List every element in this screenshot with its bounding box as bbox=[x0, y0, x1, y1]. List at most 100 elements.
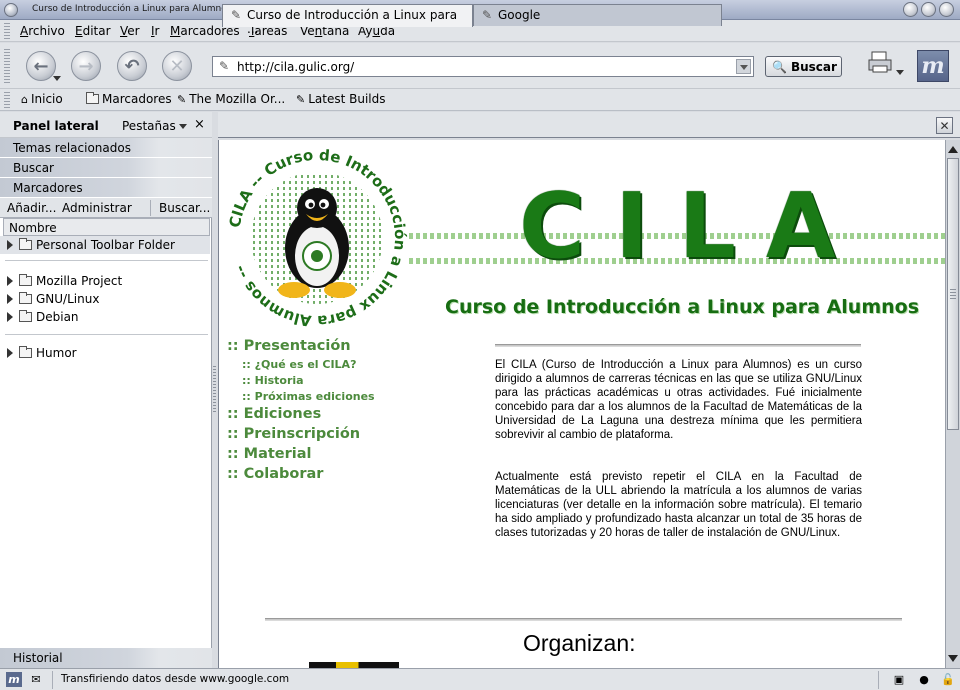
find-bookmark-button[interactable]: Buscar... bbox=[159, 201, 210, 215]
tree-item-humor[interactable]: Humor bbox=[0, 344, 77, 362]
window-menu-icon[interactable] bbox=[4, 3, 18, 17]
nav-toolbar-grip[interactable] bbox=[4, 49, 10, 83]
folder-icon bbox=[19, 346, 32, 358]
nav-link-preinscripcion[interactable]: :: Preinscripción bbox=[227, 426, 375, 442]
print-dropdown-icon[interactable] bbox=[896, 70, 904, 75]
status-divider bbox=[52, 671, 53, 689]
personal-toolbar-grip[interactable] bbox=[4, 92, 10, 108]
scroll-up-arrow-icon[interactable] bbox=[948, 146, 958, 153]
manage-bookmarks-button[interactable]: Administrar bbox=[62, 201, 132, 215]
toolbar-divider bbox=[150, 200, 151, 216]
tree-item-personal-toolbar-folder[interactable]: Personal Toolbar Folder bbox=[0, 236, 210, 254]
page-icon: ✎ bbox=[482, 8, 493, 22]
panel-bookmarks[interactable]: Marcadores bbox=[0, 178, 212, 198]
site-navigation: :: Presentación :: ¿Qué es el CILA? :: H… bbox=[227, 338, 375, 486]
reload-icon: ↶ bbox=[124, 55, 140, 77]
menu-editar[interactable]: Editar bbox=[75, 24, 111, 38]
scrollbar-thumb[interactable] bbox=[947, 158, 959, 430]
mozilla-logo[interactable]: m bbox=[917, 50, 949, 82]
nav-link-historia[interactable]: :: Historia bbox=[242, 374, 375, 387]
splitter-grippy[interactable] bbox=[213, 366, 216, 412]
back-history-dropdown-icon[interactable] bbox=[53, 76, 61, 81]
page-subtitle: Curso de Introducción a Linux para Alumn… bbox=[445, 296, 920, 318]
column-header-name[interactable]: Nombre bbox=[3, 218, 210, 236]
url-history-dropdown[interactable] bbox=[736, 59, 751, 74]
nav-link-que-es[interactable]: :: ¿Qué es el CILA? bbox=[242, 358, 375, 371]
close-window-button[interactable] bbox=[939, 2, 954, 17]
sidebar: Panel lateral Pestañas × Temas relaciona… bbox=[0, 112, 212, 668]
nav-link-proximas-ediciones[interactable]: :: Próximas ediciones bbox=[242, 390, 375, 403]
bookmark-separator bbox=[5, 334, 208, 335]
tree-item-mozilla-project[interactable]: Mozilla Project bbox=[0, 272, 122, 290]
expand-twisty-icon[interactable] bbox=[7, 294, 13, 304]
reload-button[interactable]: ↶ bbox=[117, 51, 147, 81]
folder-icon bbox=[19, 274, 32, 286]
page-icon: ✎ bbox=[231, 8, 242, 22]
bookmarks-menu-button[interactable]: Marcadores bbox=[86, 92, 172, 106]
tab-cila[interactable]: ✎ Curso de Introducción a Linux para ... bbox=[222, 4, 473, 36]
mail-icon[interactable]: ✉ bbox=[28, 672, 44, 687]
status-divider bbox=[878, 671, 879, 689]
home-button[interactable]: ⌂ Inicio bbox=[21, 92, 63, 106]
maximize-button[interactable] bbox=[921, 2, 936, 17]
close-tab-button[interactable]: ✕ bbox=[936, 117, 953, 134]
search-button[interactable]: 🔍 Buscar bbox=[765, 56, 842, 77]
intro-paragraph: El CILA (Curso de Introducción a Linux p… bbox=[495, 359, 862, 441]
navigation-toolbar: ← → ↶ ✕ ✎ 🔍 Buscar m bbox=[0, 43, 960, 89]
panel-related-topics[interactable]: Temas relacionados bbox=[0, 138, 212, 158]
tree-item-debian[interactable]: Debian bbox=[0, 308, 79, 326]
url-bar[interactable]: ✎ bbox=[212, 56, 754, 77]
folder-icon bbox=[19, 310, 32, 322]
menu-ir[interactable]: Ir bbox=[151, 24, 159, 38]
current-edition-paragraph: Actualmente está previsto repetir el CIL… bbox=[495, 471, 862, 539]
back-button[interactable]: ← bbox=[26, 51, 56, 81]
menu-archivo[interactable]: Archivo bbox=[20, 24, 65, 38]
sidebar-title: Panel lateral bbox=[13, 119, 99, 133]
content-divider bbox=[495, 344, 861, 347]
section-divider bbox=[265, 618, 902, 621]
menu-ver[interactable]: Ver bbox=[120, 24, 140, 38]
add-bookmark-button[interactable]: Añadir... bbox=[7, 201, 56, 215]
minimize-button[interactable] bbox=[903, 2, 918, 17]
nav-link-presentacion[interactable]: :: Presentación bbox=[227, 338, 375, 354]
vertical-scrollbar[interactable] bbox=[945, 140, 960, 668]
nav-link-material[interactable]: :: Material bbox=[227, 446, 375, 462]
page-content: CILA -- Curso de Introducción a Linux pa… bbox=[218, 140, 945, 668]
expand-twisty-icon[interactable] bbox=[7, 276, 13, 286]
bookmark-icon: ✎ bbox=[296, 92, 306, 106]
sidebar-tabs-menu[interactable]: Pestañas bbox=[122, 119, 187, 133]
forward-button[interactable]: → bbox=[71, 51, 101, 81]
menu-bar-grip[interactable] bbox=[4, 23, 10, 39]
page-proxy-icon[interactable]: ✎ bbox=[219, 59, 229, 73]
bookmark-mozilla-org[interactable]: ✎ The Mozilla Or... bbox=[177, 92, 285, 106]
stop-button[interactable]: ✕ bbox=[162, 51, 192, 81]
tree-item-gnu-linux[interactable]: GNU/Linux bbox=[0, 290, 99, 308]
url-input[interactable] bbox=[237, 58, 717, 75]
forward-arrow-icon: → bbox=[78, 55, 94, 77]
magnifier-icon: 🔍 bbox=[772, 59, 787, 74]
personal-toolbar: ⌂ Inicio Marcadores ✎ The Mozilla Or... … bbox=[0, 89, 960, 111]
scroll-down-arrow-icon[interactable] bbox=[948, 655, 958, 662]
panel-search[interactable]: Buscar bbox=[0, 158, 212, 178]
nav-link-colaborar[interactable]: :: Colaborar bbox=[227, 466, 375, 482]
sidebar-close-button[interactable]: × bbox=[194, 117, 205, 132]
online-connection-icon[interactable]: ▣ bbox=[887, 672, 911, 687]
print-icon[interactable] bbox=[866, 50, 894, 76]
back-arrow-icon: ← bbox=[33, 55, 49, 77]
expand-twisty-icon[interactable] bbox=[7, 240, 13, 250]
bookmark-latest-builds[interactable]: ✎ Latest Builds bbox=[296, 92, 386, 106]
navigator-icon[interactable]: m bbox=[6, 672, 22, 687]
organizers-heading: Organizan: bbox=[523, 630, 636, 656]
nav-link-ediciones[interactable]: :: Ediciones bbox=[227, 406, 375, 422]
security-lock-icon[interactable]: 🔓 bbox=[940, 672, 956, 687]
expand-twisty-icon[interactable] bbox=[7, 312, 13, 322]
tab-strip bbox=[218, 112, 960, 138]
cookie-icon[interactable]: ● bbox=[916, 672, 932, 687]
panel-history[interactable]: Historial bbox=[0, 648, 212, 668]
tab-google[interactable]: ✎ Google bbox=[473, 4, 722, 26]
cila-logo: CILA bbox=[519, 174, 866, 279]
status-text: Transfiriendo datos desde www.google.com bbox=[61, 673, 290, 685]
expand-twisty-icon[interactable] bbox=[7, 348, 13, 358]
bookmarks-tools: Añadir... Administrar Buscar... bbox=[0, 198, 212, 218]
folder-icon bbox=[19, 292, 32, 304]
